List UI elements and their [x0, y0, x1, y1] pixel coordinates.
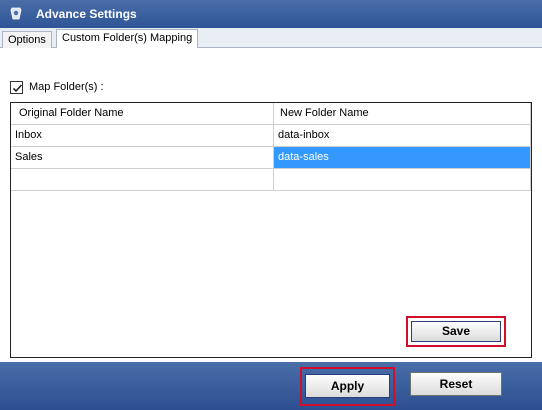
tab-options[interactable]: Options	[2, 31, 52, 48]
new-folder-cell[interactable]: data-sales	[274, 147, 531, 169]
original-folder-cell[interactable]	[11, 169, 274, 191]
apply-button[interactable]: Apply	[305, 374, 390, 398]
checkmark-icon	[12, 83, 23, 92]
settings-gear-icon	[9, 6, 23, 21]
map-folders-checkbox[interactable]	[10, 80, 23, 94]
title-bar: Advance Settings	[0, 0, 542, 28]
reset-button[interactable]: Reset	[410, 372, 502, 396]
tab-custom-folder-mapping[interactable]: Custom Folder(s) Mapping	[56, 29, 199, 49]
tab-panel: Map Folder(s) : Original Folder Name New…	[0, 48, 542, 362]
original-folder-cell[interactable]: Sales	[11, 147, 274, 169]
column-header-new[interactable]: New Folder Name	[274, 103, 531, 125]
tab-strip: Options Custom Folder(s) Mapping	[0, 28, 542, 49]
apply-highlight: Apply	[300, 367, 395, 406]
new-folder-cell[interactable]	[274, 169, 531, 191]
original-folder-cell[interactable]: Inbox	[11, 125, 274, 147]
new-folder-cell[interactable]: data-inbox	[274, 125, 531, 147]
window-title: Advance Settings	[36, 7, 137, 21]
save-button[interactable]: Save	[411, 321, 501, 342]
footer-bar: Apply Reset	[0, 362, 542, 410]
map-folders-label: Map Folder(s) :	[29, 81, 104, 93]
column-header-original[interactable]: Original Folder Name	[11, 103, 274, 125]
map-folders-row: Map Folder(s) :	[10, 80, 104, 94]
save-highlight: Save	[406, 316, 506, 347]
table-row[interactable]: Sales data-sales	[11, 147, 531, 169]
table-row[interactable]: Inbox data-inbox	[11, 125, 531, 147]
table-row[interactable]	[11, 169, 531, 191]
grid-header-row: Original Folder Name New Folder Name	[11, 103, 531, 125]
